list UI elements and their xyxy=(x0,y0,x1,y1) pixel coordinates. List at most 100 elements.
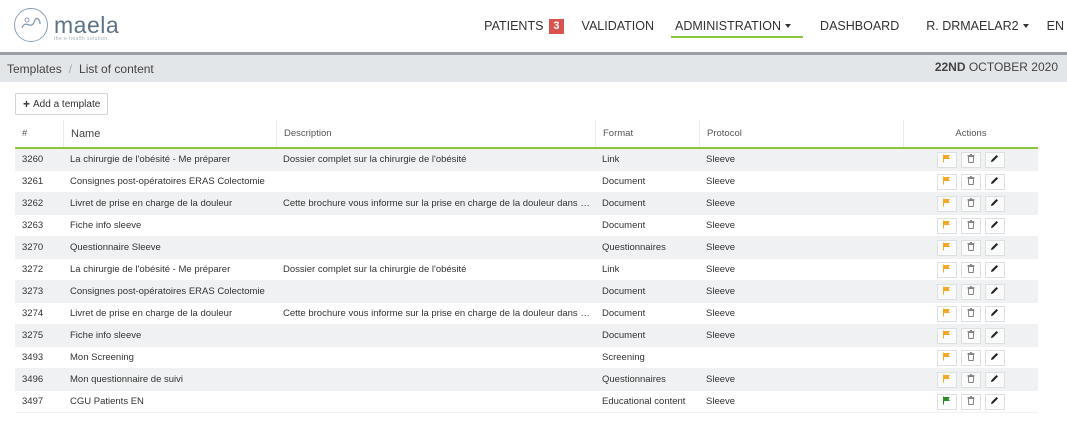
edit-button[interactable] xyxy=(984,217,1005,234)
nav-validation[interactable]: VALIDATION xyxy=(573,0,663,52)
cell-format: Screening xyxy=(602,352,645,363)
nav-dashboard[interactable]: DASHBOARD xyxy=(811,0,908,52)
edit-button[interactable] xyxy=(984,195,1005,212)
delete-button[interactable] xyxy=(960,173,981,190)
flag-icon xyxy=(942,264,951,276)
flag-icon xyxy=(942,352,951,364)
column-header-name[interactable]: Name xyxy=(63,120,276,147)
delete-button[interactable] xyxy=(960,327,981,344)
table-row[interactable]: 3274 Livret de prise en charge de la doul… xyxy=(15,303,1038,325)
trash-icon xyxy=(967,351,975,364)
edit-button[interactable] xyxy=(984,305,1005,322)
cell-name: Livret de prise en charge de la douleur xyxy=(70,308,233,319)
nav-user-menu[interactable]: R. DRMAELAR2 xyxy=(908,0,1037,52)
current-date-day: 22ND xyxy=(934,60,966,74)
cell-actions xyxy=(903,195,1038,212)
breadcrumb-templates[interactable]: Templates xyxy=(7,62,62,76)
table-row[interactable]: 3260 La chirurgie de l'obésité - Me prépa… xyxy=(15,149,1038,171)
flag-button[interactable] xyxy=(936,151,957,168)
delete-button[interactable] xyxy=(960,305,981,322)
trash-icon xyxy=(967,153,975,166)
table-row[interactable]: 3493 Mon Screening Screening xyxy=(15,347,1038,369)
cell-protocol: Sleeve xyxy=(706,220,736,231)
cell-id: 3260 xyxy=(22,154,44,165)
edit-button[interactable] xyxy=(984,393,1005,410)
table-row[interactable]: 3497 CGU Patients EN Educational content Sl… xyxy=(15,391,1038,413)
add-template-button[interactable]: + Add a template xyxy=(15,93,109,115)
cell-protocol: Sleeve xyxy=(706,396,736,407)
brand-logo[interactable]: maela the e-health solution xyxy=(14,8,119,42)
table-row[interactable]: 3272 La chirurgie de l'obésité - Me prépa… xyxy=(15,259,1038,281)
cell-name: La chirurgie de l'obésité - Me préparer xyxy=(70,264,231,275)
table-row[interactable]: 3262 Livret de prise en charge de la doul… xyxy=(15,193,1038,215)
brand-tagline: the e-health solution xyxy=(54,36,108,42)
edit-button[interactable] xyxy=(984,371,1005,388)
cell-name: Consignes post-opératoires ERAS Colectom… xyxy=(70,176,265,187)
templates-table: # Name Description Format Protocol Actio… xyxy=(15,120,1038,413)
table-row[interactable]: 3496 Mon questionnaire de suivi Questionna… xyxy=(15,369,1038,391)
table-row[interactable]: 3273 Consignes post-opératoires ERAS Cole… xyxy=(15,281,1038,303)
pencil-icon xyxy=(990,396,999,408)
plus-icon: + xyxy=(23,97,31,111)
trash-icon xyxy=(967,241,975,254)
nav-language[interactable]: EN xyxy=(1038,0,1067,52)
pencil-icon xyxy=(990,154,999,166)
flag-button[interactable] xyxy=(936,283,957,300)
table-row[interactable]: 3263 Fiche info sleeve Document Sleeve xyxy=(15,215,1038,237)
flag-button[interactable] xyxy=(936,371,957,388)
table-row[interactable]: 3261 Consignes post-opératoires ERAS Cole… xyxy=(15,171,1038,193)
edit-button[interactable] xyxy=(984,327,1005,344)
column-header-protocol[interactable]: Protocol xyxy=(699,120,903,147)
delete-button[interactable] xyxy=(960,371,981,388)
cell-protocol: Sleeve xyxy=(706,330,736,341)
column-header-description[interactable]: Description xyxy=(276,120,595,147)
table-row[interactable]: 3270 Questionnaire Sleeve Questionnaires Sl… xyxy=(15,237,1038,259)
table-row[interactable]: 3275 Fiche info sleeve Document Sleeve xyxy=(15,325,1038,347)
delete-button[interactable] xyxy=(960,195,981,212)
edit-button[interactable] xyxy=(984,173,1005,190)
cell-name: La chirurgie de l'obésité - Me préparer xyxy=(70,154,231,165)
delete-button[interactable] xyxy=(960,217,981,234)
trash-icon xyxy=(967,263,975,276)
delete-button[interactable] xyxy=(960,239,981,256)
flag-button[interactable] xyxy=(936,217,957,234)
delete-button[interactable] xyxy=(960,151,981,168)
delete-button[interactable] xyxy=(960,349,981,366)
cell-name: CGU Patients EN xyxy=(70,396,144,407)
flag-button[interactable] xyxy=(936,261,957,278)
pencil-icon xyxy=(990,286,999,298)
trash-icon xyxy=(967,197,975,210)
nav-administration-label: ADMINISTRATION xyxy=(675,19,782,33)
nav-administration[interactable]: ADMINISTRATION xyxy=(663,0,811,52)
chevron-down-icon xyxy=(785,24,792,28)
edit-button[interactable] xyxy=(984,261,1005,278)
flag-button[interactable] xyxy=(936,393,957,410)
flag-button[interactable] xyxy=(936,195,957,212)
flag-button[interactable] xyxy=(936,327,957,344)
edit-button[interactable] xyxy=(984,239,1005,256)
edit-button[interactable] xyxy=(984,349,1005,366)
delete-button[interactable] xyxy=(960,283,981,300)
delete-button[interactable] xyxy=(960,393,981,410)
cell-id: 3497 xyxy=(22,396,44,407)
cell-protocol: Sleeve xyxy=(706,374,736,385)
cell-actions xyxy=(903,393,1038,410)
trash-icon xyxy=(967,219,975,232)
flag-button[interactable] xyxy=(936,239,957,256)
cell-name: Questionnaire Sleeve xyxy=(70,242,161,253)
logo-emblem-icon xyxy=(14,8,48,42)
column-header-id[interactable]: # xyxy=(15,120,63,147)
edit-button[interactable] xyxy=(984,283,1005,300)
cell-format: Document xyxy=(602,330,646,341)
pencil-icon xyxy=(990,198,999,210)
pencil-icon xyxy=(990,264,999,276)
nav-patients[interactable]: PATIENTS 3 xyxy=(475,0,572,52)
flag-button[interactable] xyxy=(936,349,957,366)
flag-button[interactable] xyxy=(936,305,957,322)
column-header-format[interactable]: Format xyxy=(595,120,699,147)
cell-description: Cette brochure vous informe sur la prise… xyxy=(283,308,595,319)
cell-name: Livret de prise en charge de la douleur xyxy=(70,198,233,209)
delete-button[interactable] xyxy=(960,261,981,278)
flag-button[interactable] xyxy=(936,173,957,190)
edit-button[interactable] xyxy=(984,151,1005,168)
